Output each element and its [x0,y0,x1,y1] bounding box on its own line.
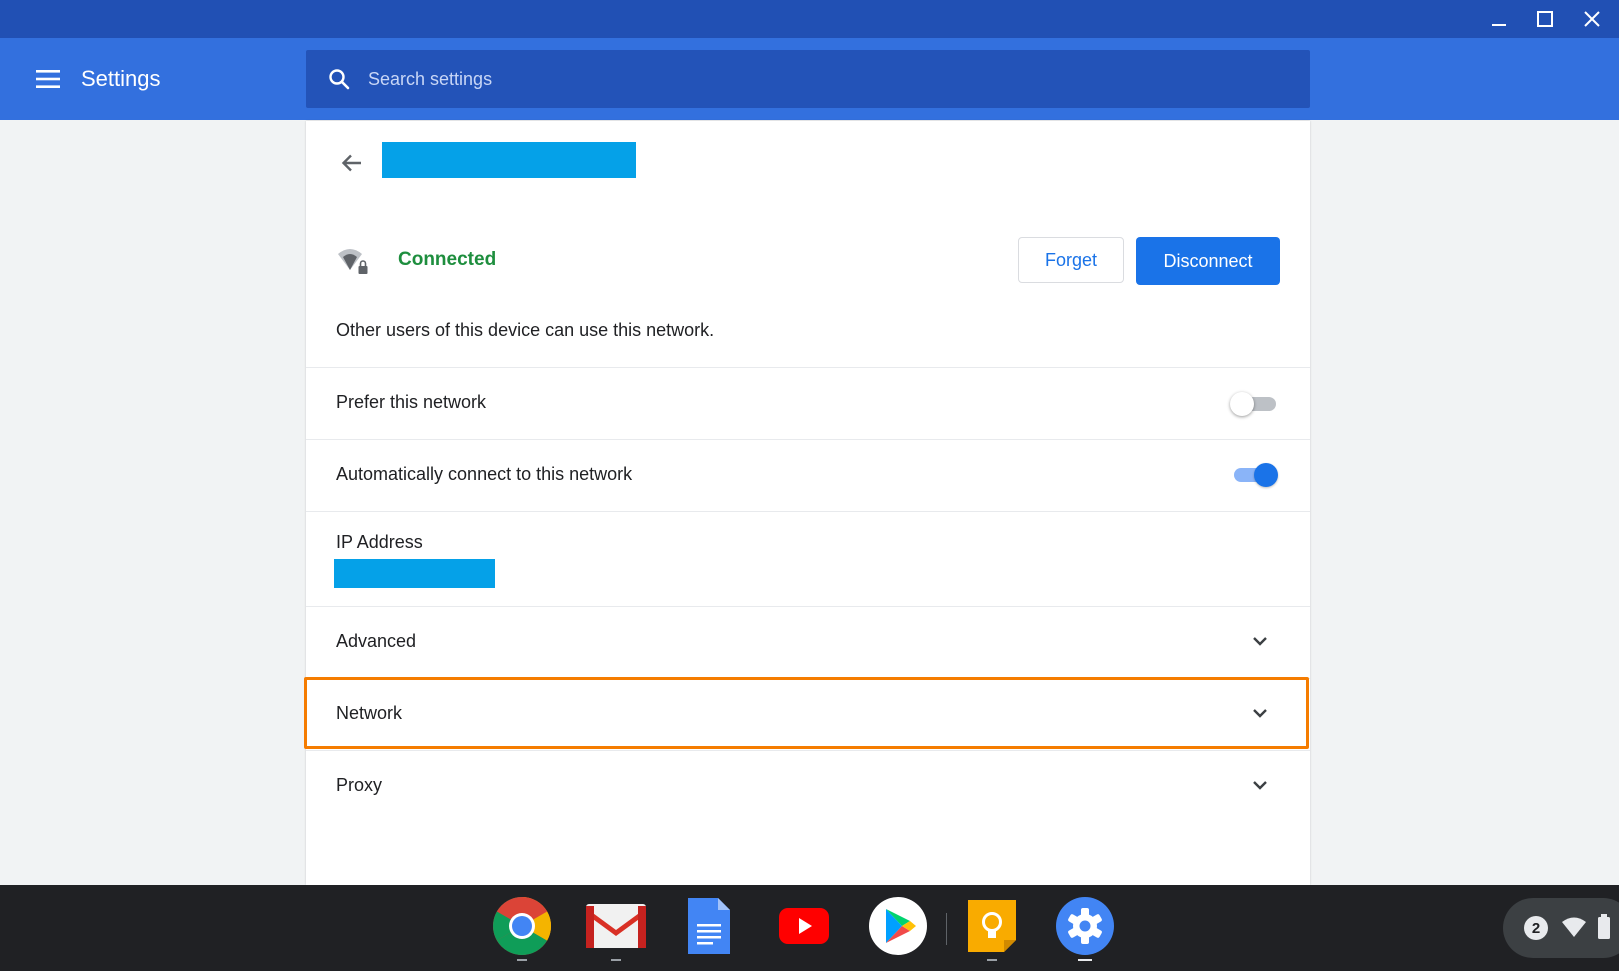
section-advanced[interactable]: Advanced [306,606,1310,679]
gmail-app[interactable] [585,895,647,961]
notification-badge: 2 [1524,916,1548,940]
settings-app[interactable] [1054,895,1116,961]
prefer-network-toggle[interactable] [1230,392,1276,416]
chevron-down-icon [1248,701,1272,725]
forget-button[interactable]: Forget [1018,237,1124,283]
wifi-icon [1562,917,1586,937]
section-network[interactable]: Network [306,678,1310,751]
arrow-back-icon [341,154,361,172]
connection-status: Connected [398,249,497,270]
shelf-divider [946,913,947,945]
docs-app[interactable] [678,895,740,957]
section-proxy-label: Proxy [336,775,383,795]
chrome-icon [493,897,551,955]
settings-icon [1056,897,1114,955]
chevron-down-icon [1248,773,1272,797]
minimize-button[interactable] [1476,0,1522,38]
battery-icon [1598,914,1610,939]
auto-connect-toggle[interactable] [1230,463,1278,487]
ip-address-redacted [334,559,495,588]
docs-icon [688,898,730,954]
maximize-button[interactable] [1522,0,1568,38]
shared-network-note: Other users of this device can use this … [336,320,715,340]
keep-app[interactable] [961,895,1023,961]
close-icon [1584,11,1600,27]
section-proxy[interactable]: Proxy [306,750,1310,823]
chevron-down-icon [1248,629,1272,653]
hamburger-menu-icon [36,70,60,88]
maximize-icon [1537,11,1553,27]
prefer-network-label: Prefer this network [336,392,487,412]
auto-connect-label: Automatically connect to this network [336,464,633,484]
page-title: Settings [81,66,161,91]
shelf: 2 [0,885,1619,971]
gmail-icon [586,904,646,948]
network-name-redacted [382,142,636,178]
keep-icon [968,900,1016,952]
wifi-locked-icon [338,249,368,274]
youtube-icon [779,908,829,944]
window-titlebar [0,0,1619,38]
close-button[interactable] [1569,0,1615,38]
settings-header: Settings [0,38,1619,120]
search-input[interactable] [366,58,1310,100]
minimize-icon [1492,24,1506,26]
play-store-icon [869,897,927,955]
prefer-network-row: Prefer this network [306,367,1310,440]
search-bar[interactable] [306,50,1310,108]
network-detail-card: Connected Forget Disconnect Other users … [306,121,1310,885]
disconnect-button[interactable]: Disconnect [1136,237,1280,285]
section-network-label: Network [336,703,403,723]
ip-address-label: IP Address [336,532,423,552]
play-store-app[interactable] [867,895,929,957]
status-tray[interactable]: 2 [1503,898,1619,958]
youtube-app[interactable] [773,895,835,957]
chrome-app[interactable] [491,895,553,961]
menu-button[interactable] [30,63,66,95]
back-button[interactable] [332,143,372,183]
search-icon [326,66,352,92]
section-advanced-label: Advanced [336,631,417,651]
ip-address-row: IP Address [306,511,1310,607]
auto-connect-row: Automatically connect to this network [306,439,1310,512]
